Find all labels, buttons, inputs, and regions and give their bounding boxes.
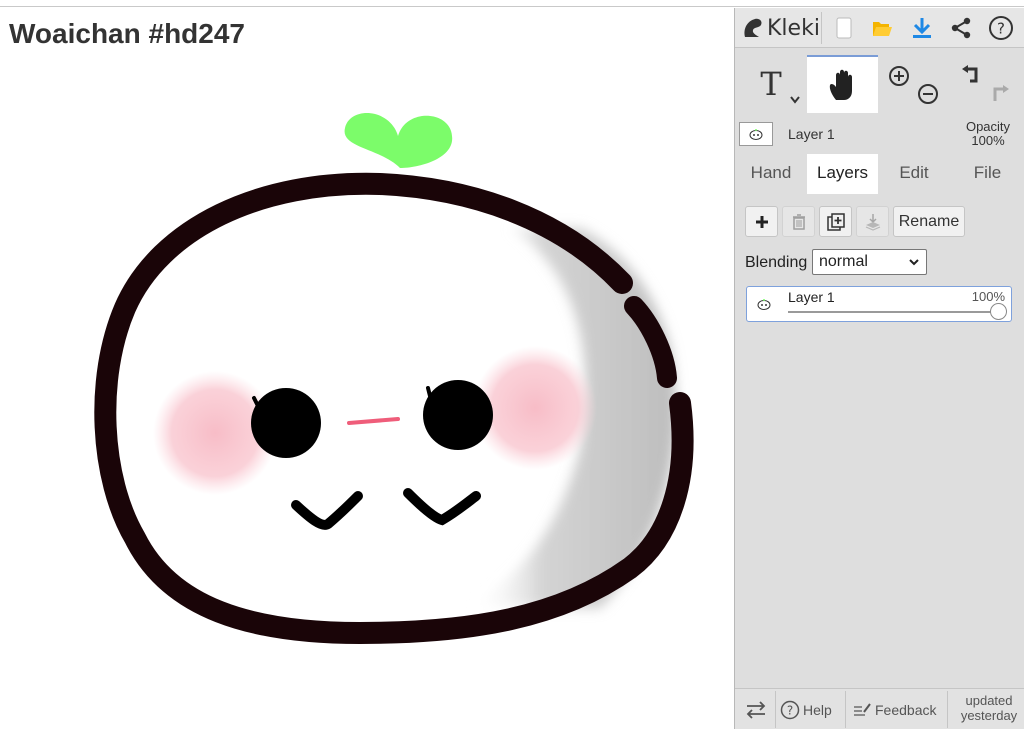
text-tool[interactable]: T — [735, 55, 807, 113]
blending-mode-value: normal — [819, 253, 868, 270]
chevron-down-icon — [909, 259, 919, 266]
browser-top-edge — [0, 0, 1024, 7]
merge-down-icon — [865, 213, 880, 231]
layer-thumbnail-icon — [749, 129, 763, 140]
opacity-value: 100% — [971, 133, 1005, 148]
bottom-bar: ? Help Feedback updated yesterday — [735, 688, 1024, 729]
zoom-in-icon[interactable] — [888, 65, 910, 87]
bottom-separator — [845, 691, 846, 728]
feedback-link[interactable]: Feedback — [853, 689, 936, 729]
current-layer-preview[interactable] — [739, 122, 773, 146]
help-icon: ? — [989, 16, 1013, 40]
tab-layers[interactable]: Layers — [807, 154, 878, 194]
redo-icon[interactable] — [989, 85, 1011, 105]
undo-icon[interactable] — [960, 65, 982, 85]
nose-line — [347, 417, 400, 425]
help-button[interactable]: ? — [984, 11, 1018, 45]
left-eye — [251, 388, 321, 458]
download-icon — [913, 18, 931, 38]
merge-down-button[interactable] — [856, 206, 889, 237]
bottom-separator — [775, 691, 776, 728]
bottom-separator — [947, 691, 948, 728]
kleki-logo[interactable]: Kleki — [741, 12, 820, 44]
kleki-logo-icon — [744, 18, 762, 37]
panel-tabs: Hand Layers Edit File — [735, 154, 1024, 194]
help-label: Help — [803, 701, 832, 718]
duplicate-layer-button[interactable] — [819, 206, 852, 237]
svg-text:?: ? — [997, 20, 1005, 38]
layer-opacity-percent: 100% — [971, 289, 1005, 304]
add-layer-button[interactable] — [745, 206, 778, 237]
open-folder-icon — [873, 22, 892, 36]
tab-edit[interactable]: Edit — [878, 154, 950, 192]
layer-opacity-slider-handle[interactable] — [990, 303, 1007, 320]
hand-tool[interactable] — [807, 55, 878, 113]
right-eye — [423, 380, 493, 450]
updated-line-2: yesterday — [960, 708, 1018, 723]
share-button[interactable] — [944, 11, 978, 45]
blending-label: Blending — [745, 254, 808, 271]
hand-icon — [829, 69, 852, 100]
canvas-artwork — [94, 113, 694, 645]
drawing-canvas[interactable]: Woaichan #hd247 — [0, 8, 734, 729]
plus-icon — [755, 215, 768, 228]
blending-mode-select[interactable]: normal — [812, 249, 927, 275]
trash-icon — [792, 213, 805, 230]
layer-name: Layer 1 — [788, 289, 835, 305]
share-icon — [951, 17, 971, 39]
layers-panel: Rename Blending normal Layer 1 100% — [735, 194, 1024, 688]
layer-thumbnail — [753, 295, 775, 313]
zoom-out-icon[interactable] — [917, 83, 939, 105]
right-eyelash — [426, 386, 432, 398]
svg-text:?: ? — [787, 703, 793, 717]
swap-arrows-icon — [746, 700, 766, 719]
swap-sides-button[interactable] — [745, 689, 767, 729]
help-icon: ? — [780, 700, 800, 719]
new-file-icon — [836, 17, 852, 39]
feedback-pen-icon — [854, 702, 871, 716]
update-status: updated yesterday — [953, 693, 1024, 723]
tab-hand[interactable]: Hand — [735, 154, 807, 192]
open-file-button[interactable] — [865, 11, 899, 45]
layer-opacity-slider[interactable] — [788, 311, 998, 313]
layer-list-item[interactable]: Layer 1 100% — [746, 286, 1012, 322]
leaf-sprout — [344, 113, 453, 168]
zoom-controls — [878, 55, 950, 113]
toolbar-separator — [821, 12, 822, 44]
tool-panel: Kleki ? T Layer 1 Opacity 100% Hand Laye… — [734, 8, 1024, 729]
text-tool-label: T — [760, 65, 782, 103]
page-title: Woaichan #hd247 — [9, 18, 246, 49]
app-toolbar: Kleki ? — [735, 8, 1024, 48]
download-button[interactable] — [905, 11, 939, 45]
tool-row: T — [735, 55, 1024, 113]
updated-line-1: updated — [965, 693, 1013, 708]
tab-file[interactable]: File — [950, 154, 1024, 192]
duplicate-icon — [826, 212, 845, 231]
undo-redo-controls — [950, 55, 1024, 113]
layer-opacity-display: Opacity 100% — [953, 120, 1023, 148]
chevron-down-icon[interactable] — [789, 95, 801, 105]
left-smile — [291, 491, 363, 530]
right-smile — [403, 488, 481, 526]
current-layer-name: Layer 1 — [788, 126, 835, 142]
delete-layer-button[interactable] — [782, 206, 815, 237]
app-name: Kleki — [767, 15, 820, 41]
opacity-label: Opacity — [965, 119, 1011, 134]
rename-layer-button[interactable]: Rename — [893, 206, 965, 237]
feedback-label: Feedback — [875, 701, 937, 718]
layer-thumbnail-icon — [757, 299, 771, 310]
new-file-button[interactable] — [827, 11, 861, 45]
help-link[interactable]: ? Help — [780, 689, 832, 729]
